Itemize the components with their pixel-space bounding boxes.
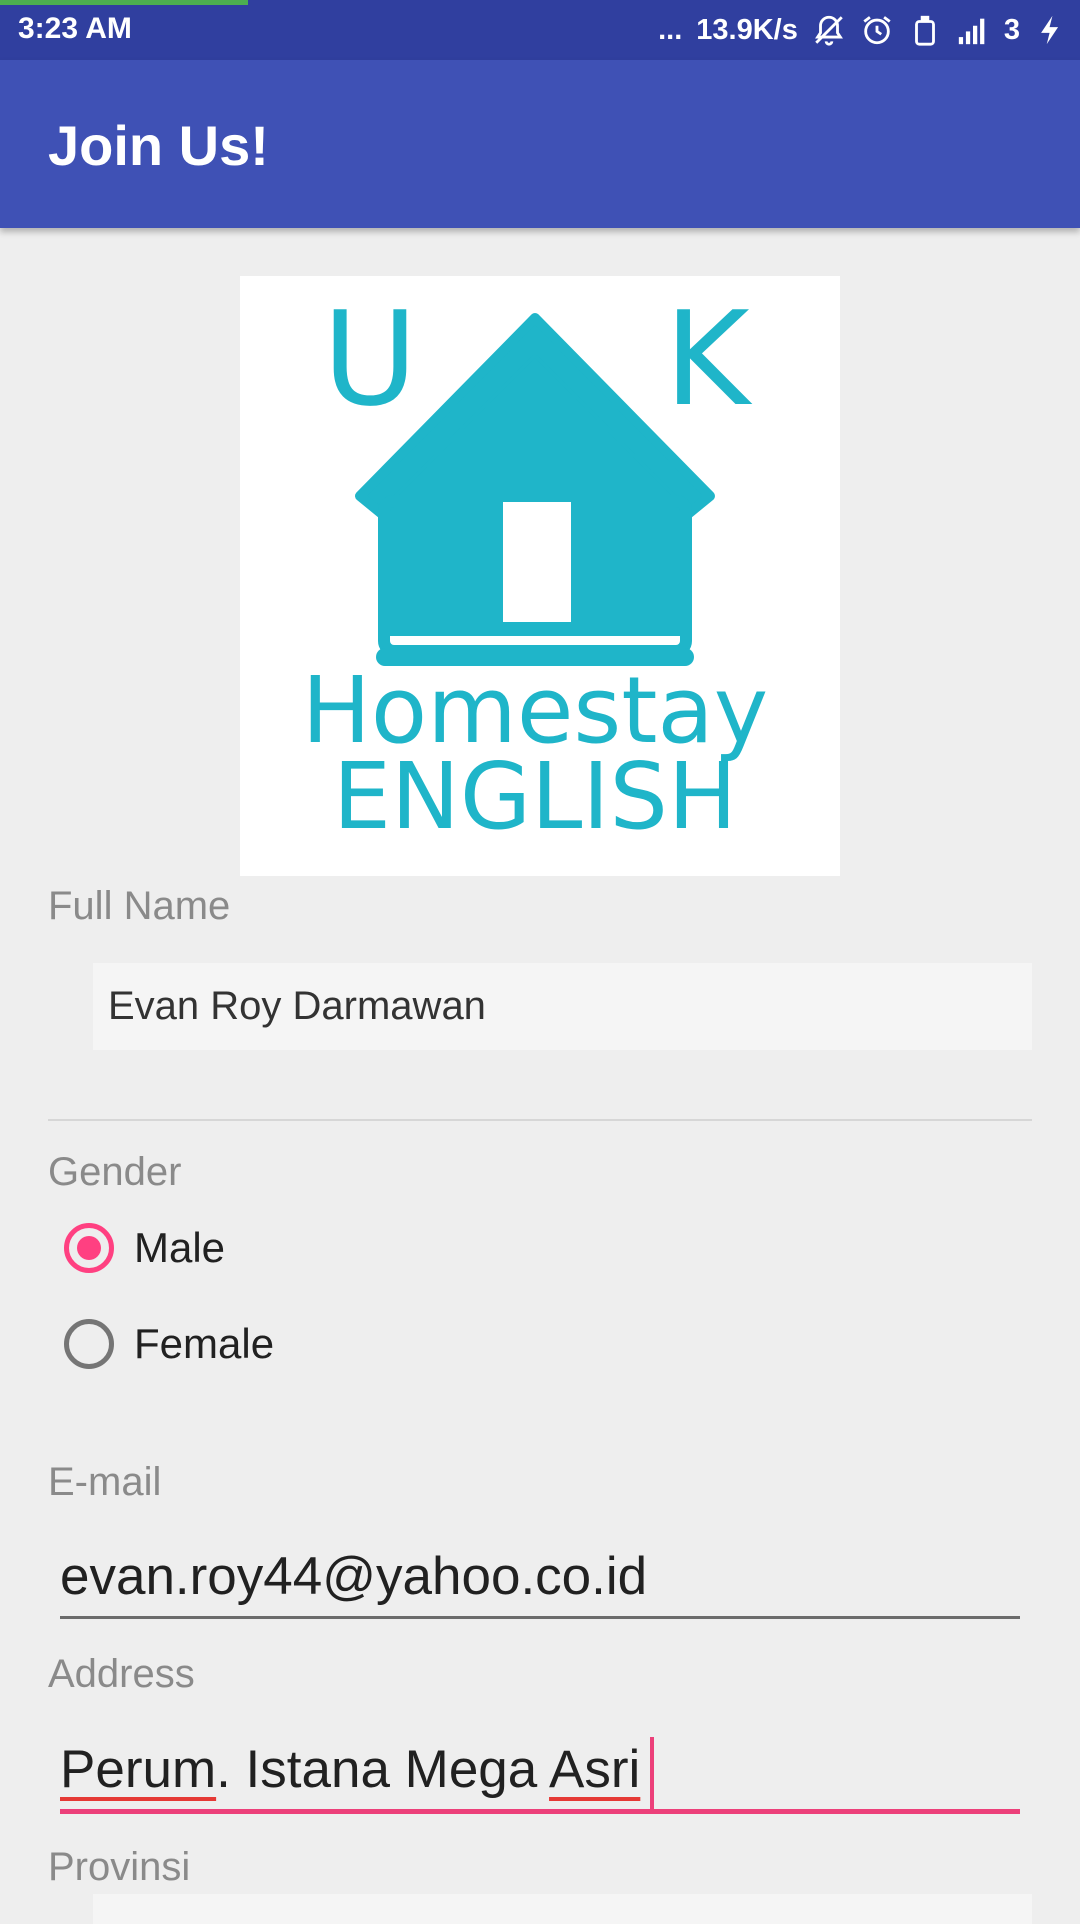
address-word-misspelled: Asri <box>549 1740 641 1799</box>
divider <box>48 1119 1032 1121</box>
charging-icon <box>1034 13 1068 47</box>
gender-label: Gender <box>48 1150 182 1194</box>
radio-female-unchecked[interactable] <box>64 1319 114 1369</box>
uk-homestay-english-logo: U K Homestay ENGLISH <box>240 276 840 876</box>
sim-number: 3 <box>1003 13 1020 46</box>
email-underline <box>60 1616 1020 1619</box>
radio-male-checked[interactable] <box>64 1223 114 1273</box>
status-icons: ... 13.9K/s 3 <box>658 10 1068 50</box>
status-time: 3:23 AM <box>18 12 132 45</box>
more-notifications: ... <box>658 13 683 46</box>
radio-female-label: Female <box>134 1320 275 1367</box>
gender-option-female[interactable]: Female <box>64 1312 274 1376</box>
address-underline-focused <box>60 1809 1020 1814</box>
logo-letter-u: U <box>322 283 417 435</box>
app-bar: Join Us! <box>0 60 1080 228</box>
network-speed: 13.9K/s <box>696 13 798 46</box>
provinsi-label: Provinsi <box>48 1845 191 1889</box>
page-title: Join Us! <box>48 114 269 177</box>
phone-icon <box>908 13 942 47</box>
radio-male-label: Male <box>134 1224 226 1271</box>
mute-icon <box>812 13 846 47</box>
loading-progress-bar <box>0 0 248 5</box>
address-word: . Istana Mega <box>216 1740 550 1799</box>
full-name-label: Full Name <box>48 884 231 928</box>
signal-icon <box>956 13 990 47</box>
gender-option-male[interactable]: Male <box>64 1216 225 1280</box>
text-cursor <box>650 1737 655 1809</box>
email-label: E-mail <box>48 1460 162 1504</box>
email-field[interactable]: evan.roy44@yahoo.co.id <box>60 1537 1020 1617</box>
address-field[interactable]: Perum. Istana Mega Asri <box>60 1730 1020 1810</box>
full-name-field[interactable]: Evan Roy Darmawan <box>93 963 1032 1050</box>
address-label: Address <box>48 1652 195 1696</box>
alarm-icon <box>860 13 894 47</box>
logo-letter-k: K <box>664 283 752 435</box>
logo-text-english: ENGLISH <box>333 743 737 850</box>
status-bar: 3:23 AM ... 13.9K/s 3 <box>0 0 1080 60</box>
address-word-misspelled: Perum <box>60 1740 217 1799</box>
